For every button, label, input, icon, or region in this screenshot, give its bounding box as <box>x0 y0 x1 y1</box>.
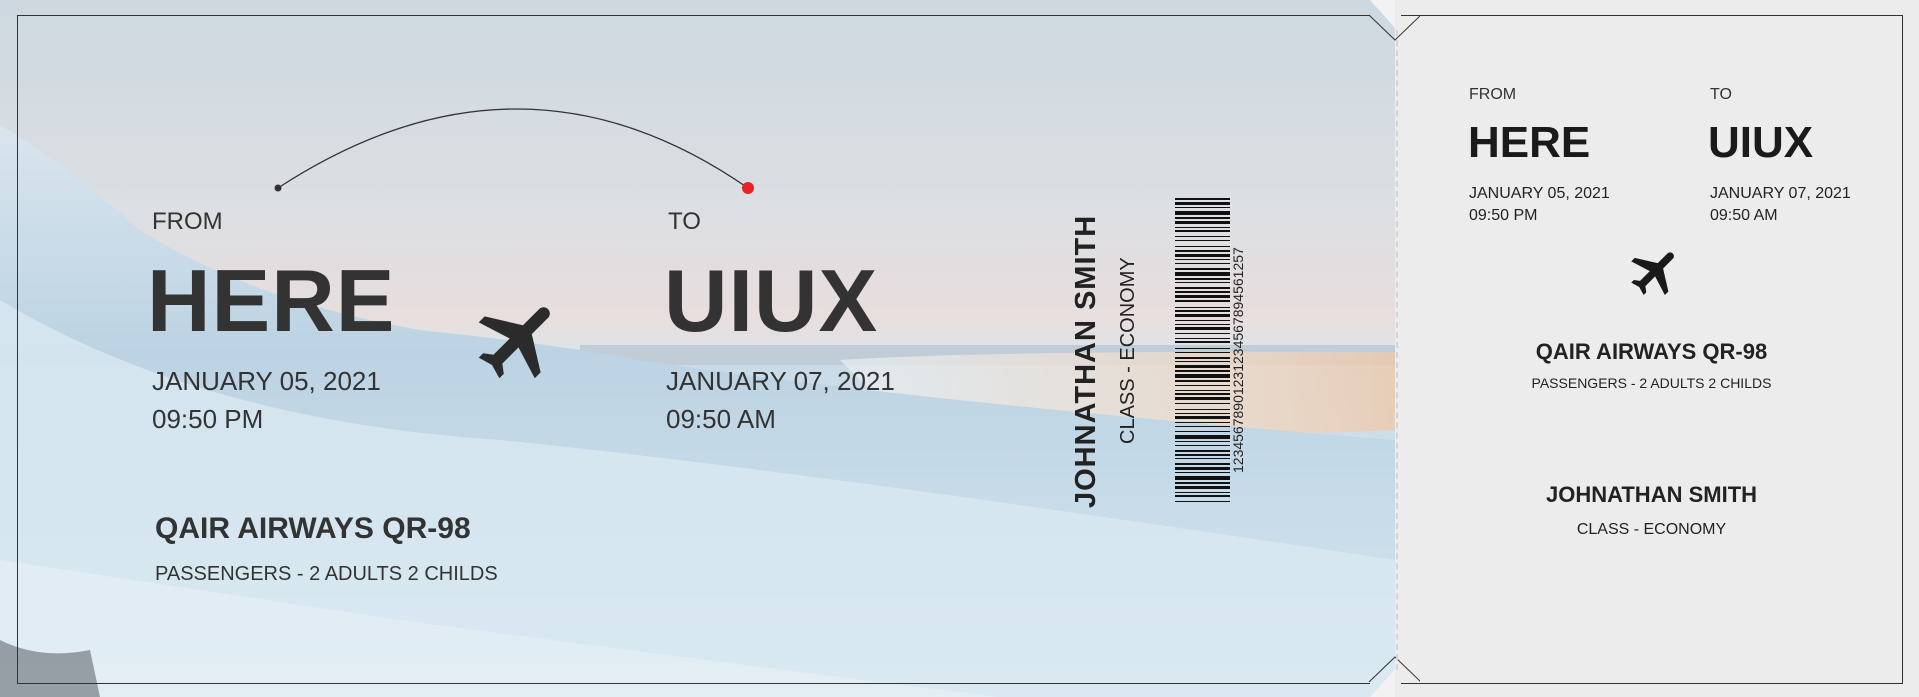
barcode-bar <box>1175 268 1230 270</box>
to-label: TO <box>668 208 701 235</box>
barcode-bar <box>1175 409 1230 410</box>
from-city: HERE <box>147 251 396 350</box>
stub-airplane-icon <box>1631 252 1674 295</box>
stub-airline-flight: QAIR AIRWAYS QR-98 <box>1535 339 1768 364</box>
barcode-bar <box>1175 463 1230 465</box>
stub-from-city: HERE <box>1468 118 1591 167</box>
barcode-bar <box>1175 374 1230 378</box>
destination-dot <box>742 182 754 194</box>
barcode-number: 12345678901231234567894561257 <box>1230 247 1246 473</box>
depart-time: 09:50 PM <box>152 404 264 434</box>
barcode-bar <box>1175 390 1230 391</box>
barcode-bar <box>1175 426 1230 427</box>
barcode-bar <box>1175 211 1230 215</box>
barcode-bar <box>1175 236 1230 237</box>
barcode-bar <box>1175 458 1230 459</box>
class-vertical: CLASS - ECONOMY <box>1117 257 1139 444</box>
barcode-bar <box>1175 352 1230 353</box>
barcode-bar <box>1175 207 1230 208</box>
barcode-bar <box>1175 202 1230 205</box>
barcode-bar <box>1175 393 1230 395</box>
passengers-info: PASSENGERS - 2 ADULTS 2 CHILDS <box>155 563 498 585</box>
barcode-bar <box>1175 467 1230 470</box>
barcode-bar <box>1175 341 1230 343</box>
depart-date: JANUARY 05, 2021 <box>152 366 381 396</box>
to-city: UIUX <box>664 251 879 350</box>
barcode-bar <box>1175 314 1230 317</box>
barcode-bar <box>1175 416 1230 419</box>
barcode-bar <box>1175 254 1230 257</box>
barcode-bar <box>1175 492 1230 493</box>
barcode-bar <box>1175 380 1230 382</box>
barcode-bar <box>1175 476 1230 480</box>
barcode-bar <box>1175 495 1230 497</box>
airline-flight: QAIR AIRWAYS QR-98 <box>155 512 471 545</box>
barcode-bar <box>1175 357 1230 359</box>
barcode-bar <box>1175 365 1230 368</box>
barcode-bar <box>1175 445 1230 446</box>
barcode-bar <box>1175 403 1230 404</box>
barcode-bar <box>1175 441 1230 442</box>
barcode-bar <box>1175 246 1230 247</box>
barcode-bar <box>1175 486 1230 489</box>
barcode-bar <box>1175 338 1230 339</box>
barcode-bar <box>1175 250 1230 252</box>
barcode-bar <box>1175 422 1230 423</box>
barcode-bar <box>1175 370 1230 372</box>
barcode-bar <box>1175 240 1230 241</box>
stub-arrive-date: JANUARY 07, 2021 <box>1710 185 1851 202</box>
stub-depart-date: JANUARY 05, 2021 <box>1469 185 1610 202</box>
barcode-bar <box>1175 227 1230 228</box>
barcode-bar <box>1175 397 1230 400</box>
barcode-bar <box>1175 263 1230 264</box>
stub-class: CLASS - ECONOMY <box>1576 521 1727 538</box>
barcode-bar <box>1175 259 1230 260</box>
barcode-bar <box>1175 221 1230 224</box>
barcode-bar <box>1175 272 1230 276</box>
stub-to-label: TO <box>1710 86 1732 103</box>
barcode-bar <box>1175 295 1230 298</box>
stub-to-city: UIUX <box>1708 118 1814 167</box>
barcode-bar <box>1175 198 1230 200</box>
barcode-bar <box>1175 291 1230 293</box>
from-label: FROM <box>152 208 223 235</box>
barcode-bar <box>1175 482 1230 484</box>
stub-arrive-time: 09:50 AM <box>1710 207 1778 224</box>
barcode-bar <box>1175 287 1230 289</box>
barcode-bar <box>1175 324 1230 325</box>
barcode <box>1175 198 1230 505</box>
barcode-bar <box>1175 472 1230 473</box>
perforation-line <box>1396 30 1398 670</box>
origin-dot <box>274 184 282 192</box>
passenger-name-vertical: JOHNATHAN SMITH <box>1070 214 1102 508</box>
barcode-bar <box>1175 307 1230 308</box>
barcode-bar <box>1175 385 1230 386</box>
barcode-bar <box>1175 282 1230 283</box>
barcode-bar <box>1175 278 1230 280</box>
barcode-bar <box>1175 333 1230 334</box>
barcode-bar <box>1175 310 1230 312</box>
barcode-bar <box>1175 348 1230 349</box>
barcode-bar <box>1175 501 1230 502</box>
barcode-bar <box>1175 300 1230 302</box>
barcode-bar <box>1175 454 1230 456</box>
stub-passenger-name: JOHNATHAN SMITH <box>1545 482 1758 507</box>
arrive-time: 09:50 AM <box>666 404 776 434</box>
barcode-bar <box>1175 217 1230 219</box>
barcode-bar <box>1175 320 1230 321</box>
barcode-bar <box>1175 450 1230 452</box>
barcode-bar <box>1175 413 1230 414</box>
barcode-bar <box>1175 327 1230 330</box>
stub-passengers-info: PASSENGERS - 2 ADULTS 2 CHILDS <box>1531 375 1772 391</box>
airplane-icon <box>478 307 550 379</box>
barcode-bar <box>1175 435 1230 439</box>
barcode-bar <box>1175 230 1230 232</box>
barcode-bar <box>1175 361 1230 362</box>
barcode-bar <box>1175 431 1230 432</box>
stub-depart-time: 09:50 PM <box>1469 207 1538 224</box>
stub-from-label: FROM <box>1469 86 1517 103</box>
arrive-date: JANUARY 07, 2021 <box>666 366 895 396</box>
